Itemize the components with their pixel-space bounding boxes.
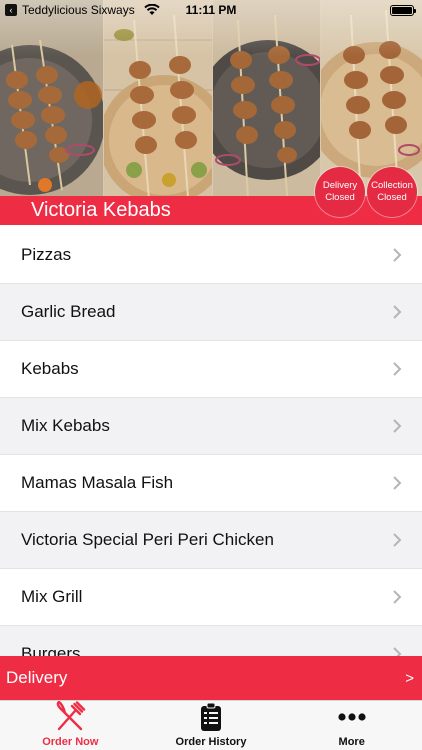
status-time: 11:11 PM bbox=[185, 3, 237, 17]
category-label: Mix Kebabs bbox=[21, 416, 110, 435]
status-bar: ‹ Teddylicious Sixways 11:11 PM bbox=[0, 0, 422, 20]
tab-order-history[interactable]: Order History bbox=[141, 701, 282, 750]
category-label: Pizzas bbox=[21, 245, 72, 264]
tab-order-now-label: Order Now bbox=[42, 736, 99, 748]
category-label: Victoria Special Peri Peri Chicken bbox=[21, 530, 274, 549]
category-list: Pizzas Garlic Bread Kebabs Mix Kebabs Ma… bbox=[0, 227, 422, 683]
chevron-right-icon bbox=[393, 305, 402, 319]
delivery-badge-line2: Closed bbox=[325, 192, 355, 203]
delivery-mode-label: Delivery bbox=[6, 668, 68, 687]
delivery-mode-button[interactable]: Delivery > bbox=[0, 656, 422, 700]
restaurant-title: Victoria Kebabs bbox=[31, 199, 171, 221]
hero-image: Victoria Kebabs Delivery Closed Collecti… bbox=[0, 0, 422, 225]
category-row-kebabs[interactable]: Kebabs bbox=[0, 341, 422, 398]
category-row-peri-peri-chicken[interactable]: Victoria Special Peri Peri Chicken bbox=[0, 512, 422, 569]
tab-bar: Order Now Order History More bbox=[0, 700, 422, 750]
category-row-mamas-masala-fish[interactable]: Mamas Masala Fish bbox=[0, 455, 422, 512]
chevron-right-icon bbox=[393, 248, 402, 262]
chevron-right-icon bbox=[393, 476, 402, 490]
category-label: Garlic Bread bbox=[21, 302, 116, 321]
category-row-garlic-bread[interactable]: Garlic Bread bbox=[0, 284, 422, 341]
category-row-pizzas[interactable]: Pizzas bbox=[0, 227, 422, 284]
delivery-arrow-icon: > bbox=[405, 669, 414, 687]
chevron-right-icon bbox=[393, 362, 402, 376]
fork-knife-icon bbox=[57, 701, 86, 731]
tab-more[interactable]: More bbox=[281, 701, 422, 750]
category-row-mix-kebabs[interactable]: Mix Kebabs bbox=[0, 398, 422, 455]
category-label: Kebabs bbox=[21, 359, 79, 378]
chevron-right-icon bbox=[393, 590, 402, 604]
tab-order-now[interactable]: Order Now bbox=[0, 701, 141, 750]
category-row-mix-grill[interactable]: Mix Grill bbox=[0, 569, 422, 626]
delivery-badge-line1: Delivery bbox=[322, 180, 358, 191]
category-label: Mix Grill bbox=[21, 587, 83, 606]
delivery-status-badge: Delivery Closed bbox=[315, 167, 365, 217]
clipboard-list-icon bbox=[201, 702, 221, 731]
collection-badge-line2: Closed bbox=[377, 192, 407, 203]
collection-status-badge: Collection Closed bbox=[367, 167, 417, 217]
tab-more-label: More bbox=[338, 736, 365, 748]
more-dots-icon bbox=[338, 713, 366, 721]
chevron-right-icon bbox=[393, 419, 402, 433]
chevron-right-icon bbox=[393, 533, 402, 547]
category-label: Mamas Masala Fish bbox=[21, 473, 174, 492]
battery-icon bbox=[390, 5, 416, 16]
collection-badge-line1: Collection bbox=[371, 180, 413, 191]
tab-order-history-label: Order History bbox=[175, 736, 247, 748]
